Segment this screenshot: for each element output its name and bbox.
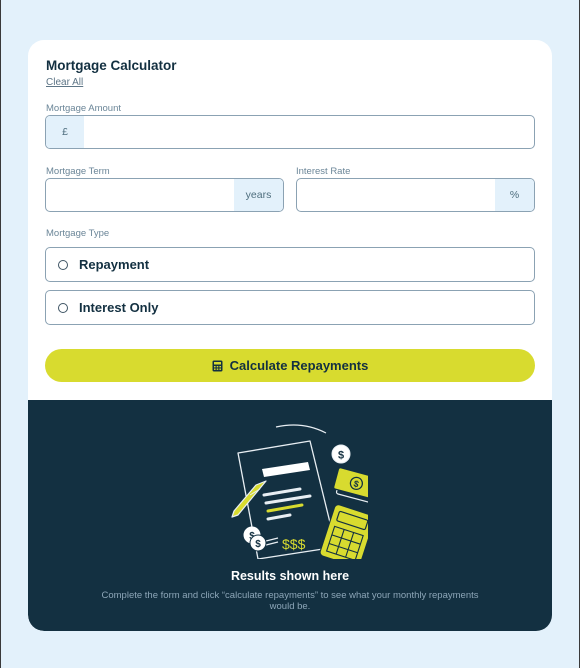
results-description: Complete the form and click “calculate r… [101,590,479,612]
calculator-card: Mortgage Calculator Clear All Mortgage A… [28,40,552,631]
dollar-signs-text: $$$ [282,536,306,552]
mortgage-term-input[interactable] [46,179,234,211]
radio-circle-icon[interactable] [58,259,68,270]
results-title: Results shown here [230,569,350,583]
radio-label-repayment: Repayment [79,257,150,272]
calculate-button-label: Calculate Repayments [229,358,369,373]
mortgage-amount-input[interactable] [84,116,534,148]
clear-all-link[interactable]: Clear All [46,77,83,88]
term-unit-suffix: years [234,179,283,211]
mortgage-type-label: Mortgage Type [46,228,110,239]
mortgage-term-field: years [45,178,284,212]
calculator-form: Mortgage Calculator Clear All Mortgage A… [28,40,552,400]
page-title: Mortgage Calculator [46,58,177,73]
interest-rate-field: % [296,178,535,212]
svg-text:$: $ [255,539,261,550]
results-panel: $$$ $ $ $ $ Results shown here Complete … [28,400,552,631]
calculator-icon [212,360,223,371]
mortgage-amount-label: Mortgage Amount [46,103,121,114]
radio-option-interest-only[interactable]: Interest Only [45,290,535,325]
currency-prefix: £ [46,116,84,148]
radio-label-interest-only: Interest Only [79,300,159,315]
mortgage-amount-field: £ [45,115,535,149]
interest-rate-input[interactable] [297,179,495,211]
radio-option-repayment[interactable]: Repayment [45,247,535,282]
svg-text:$: $ [338,450,344,462]
radio-circle-icon[interactable] [58,302,68,313]
results-empty-illustration: $$$ $ $ $ $ [231,424,368,559]
interest-rate-label: Interest Rate [296,166,351,177]
percent-suffix: % [495,179,534,211]
calculate-repayments-button[interactable]: Calculate Repayments [45,349,535,382]
mortgage-term-label: Mortgage Term [46,166,110,177]
